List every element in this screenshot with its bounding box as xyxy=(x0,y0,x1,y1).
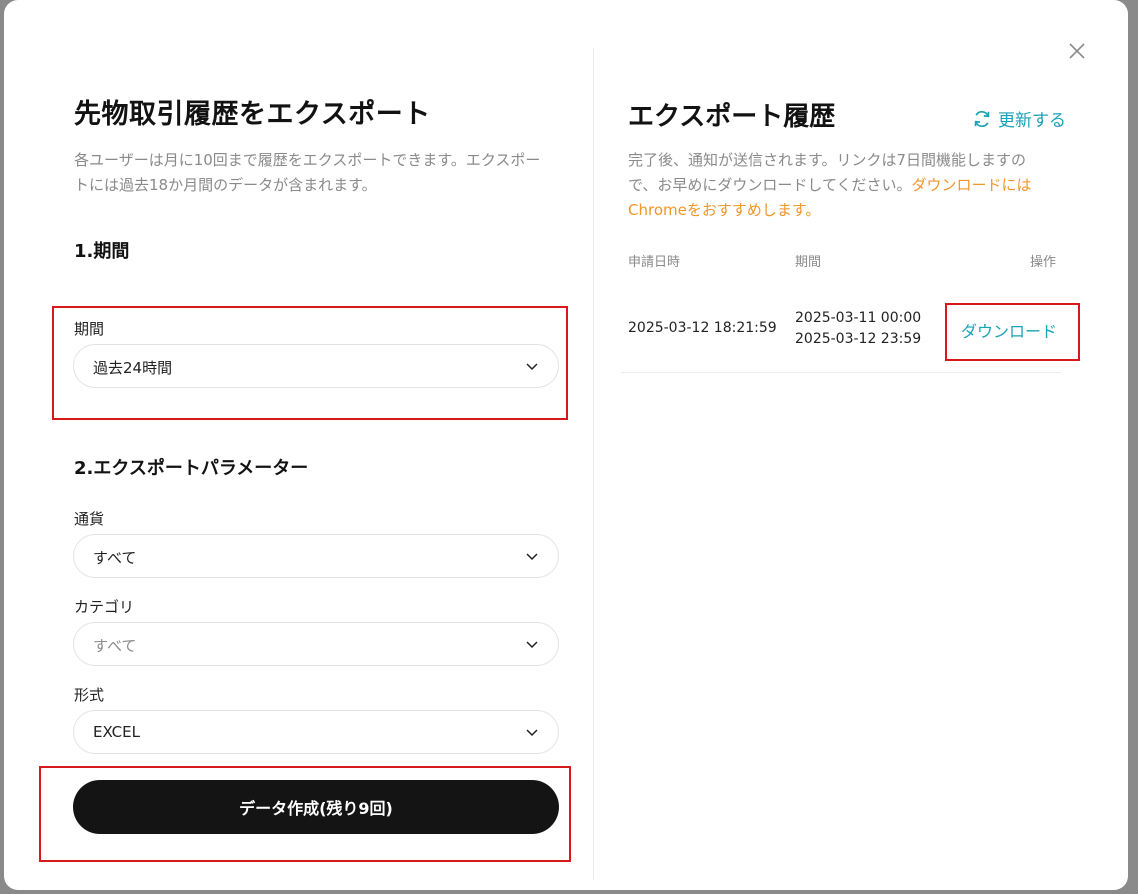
refresh-icon xyxy=(974,110,990,127)
format-select-value: EXCEL xyxy=(93,723,140,741)
format-label: 形式 xyxy=(74,686,105,704)
export-history-description: 完了後、通知が送信されます。リンクは7日間機能しますので、お早めにダウンロードし… xyxy=(628,148,1048,223)
chevron-down-icon xyxy=(526,641,538,649)
export-title: 先物取引履歴をエクスポート xyxy=(74,99,431,130)
refresh-label: 更新する xyxy=(998,111,1066,131)
close-button[interactable] xyxy=(1066,40,1088,62)
requested-at-cell: 2025-03-12 18:21:59 xyxy=(628,320,777,336)
refresh-button[interactable]: 更新する xyxy=(972,106,1066,131)
chevron-down-icon xyxy=(526,729,538,737)
column-divider xyxy=(593,48,594,880)
period-label: 期間 xyxy=(74,320,105,338)
category-select-value: すべて xyxy=(93,637,137,655)
period-select[interactable]: 過去24時間 xyxy=(73,344,559,388)
currency-label: 通貨 xyxy=(74,510,105,528)
download-link[interactable]: ダウンロード xyxy=(961,318,1057,342)
column-header-period: 期間 xyxy=(795,255,822,270)
period-end-cell: 2025-03-12 23:59 xyxy=(795,331,922,347)
category-label: カテゴリ xyxy=(74,598,135,616)
table-row-divider xyxy=(621,372,1061,373)
section-period-heading: 1.期間 xyxy=(74,241,130,262)
currency-select-value: すべて xyxy=(93,549,137,567)
format-select[interactable]: EXCEL xyxy=(73,710,559,754)
export-modal: 先物取引履歴をエクスポート 各ユーザーは月に10回まで履歴をエクスポートできます… xyxy=(4,0,1128,890)
column-header-action: 操作 xyxy=(1030,255,1057,270)
create-data-button[interactable]: データ作成(残り9回) xyxy=(73,780,559,834)
export-description: 各ユーザーは月に10回まで履歴をエクスポートできます。エクスポートには過去18か… xyxy=(74,151,541,194)
period-select-value: 過去24時間 xyxy=(93,359,173,377)
section-parameters-heading: 2.エクスポートパラメーター xyxy=(74,458,309,479)
chevron-down-icon xyxy=(526,363,538,371)
period-start-cell: 2025-03-11 00:00 xyxy=(795,310,922,326)
close-icon xyxy=(1069,43,1085,59)
column-header-requested-at: 申請日時 xyxy=(628,255,681,270)
chevron-down-icon xyxy=(526,553,538,561)
category-select[interactable]: すべて xyxy=(73,622,559,666)
export-history-title: エクスポート履歴 xyxy=(628,102,836,132)
currency-select[interactable]: すべて xyxy=(73,534,559,578)
